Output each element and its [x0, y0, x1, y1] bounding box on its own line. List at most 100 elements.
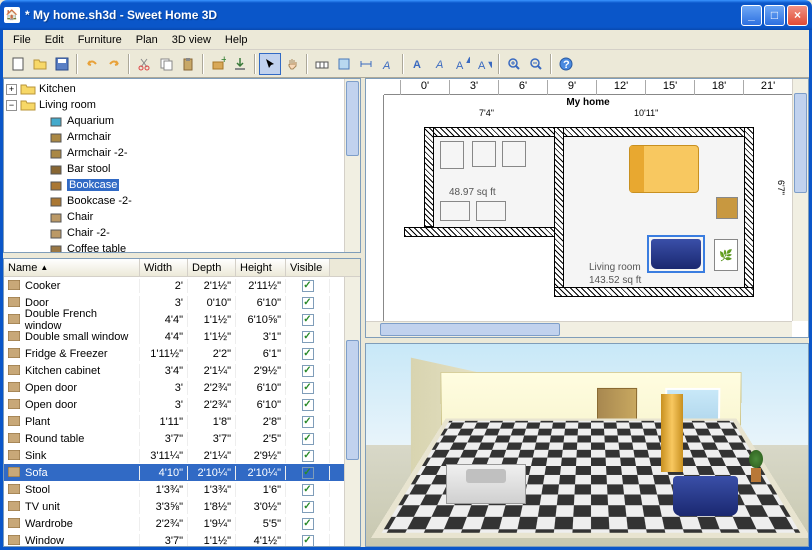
tree-item[interactable]: Chair -2-: [6, 225, 342, 241]
table-row[interactable]: Plant1'11"1'8"2'8"✓: [4, 413, 344, 430]
pan-tool-button[interactable]: [281, 53, 303, 75]
table-scrollbar[interactable]: [344, 277, 360, 546]
column-header-depth[interactable]: Depth: [188, 259, 236, 276]
visibility-checkbox[interactable]: ✓: [302, 280, 314, 292]
tree-item[interactable]: Bookcase -2-: [6, 193, 342, 209]
tree-item[interactable]: Bar stool: [6, 161, 342, 177]
add-furniture-button[interactable]: +: [207, 53, 229, 75]
create-walls-button[interactable]: [311, 53, 333, 75]
view-3d[interactable]: [365, 343, 809, 547]
visibility-checkbox[interactable]: ✓: [302, 416, 314, 428]
undo-button[interactable]: [81, 53, 103, 75]
visibility-checkbox[interactable]: ✓: [302, 484, 314, 496]
zoom-out-button[interactable]: [525, 53, 547, 75]
table-row[interactable]: Cooker2'2'1½"2'11½"✓: [4, 277, 344, 294]
tree-toggle-icon[interactable]: −: [6, 100, 17, 111]
visibility-checkbox[interactable]: ✓: [302, 297, 314, 309]
visibility-checkbox[interactable]: ✓: [302, 331, 314, 343]
table-row[interactable]: Double French window4'4"1'1½"6'10⅝"✓: [4, 311, 344, 328]
table-row[interactable]: Sink3'11¼"2'1¼"2'9½"✓: [4, 447, 344, 464]
create-dimensions-button[interactable]: [355, 53, 377, 75]
tree-scrollbar[interactable]: [344, 79, 360, 252]
plan-horizontal-scrollbar[interactable]: [366, 321, 792, 337]
open-file-button[interactable]: [29, 53, 51, 75]
visibility-checkbox[interactable]: ✓: [302, 450, 314, 462]
increase-text-button[interactable]: A▲: [451, 53, 473, 75]
text-bold-button[interactable]: A: [407, 53, 429, 75]
furniture-item[interactable]: [476, 201, 506, 221]
menu-plan[interactable]: Plan: [130, 32, 164, 48]
column-header-name[interactable]: Name▲: [4, 259, 140, 276]
menu-edit[interactable]: Edit: [39, 32, 70, 48]
column-header-width[interactable]: Width: [140, 259, 188, 276]
table-row[interactable]: Open door3'2'2¾"6'10"✓: [4, 396, 344, 413]
plan-vertical-scrollbar[interactable]: [792, 79, 808, 321]
visibility-checkbox[interactable]: ✓: [302, 501, 314, 513]
tree-item[interactable]: Coffee table: [6, 241, 342, 252]
zoom-in-button[interactable]: [503, 53, 525, 75]
close-button[interactable]: ×: [787, 5, 808, 26]
table-row[interactable]: TV unit3'3⅝"1'8½"3'0½"✓: [4, 498, 344, 515]
add-text-button[interactable]: A: [377, 53, 399, 75]
visibility-checkbox[interactable]: ✓: [302, 433, 314, 445]
table-row[interactable]: Open door3'2'2¾"6'10"✓: [4, 379, 344, 396]
table-row[interactable]: Wardrobe2'2¾"1'9¼"5'5"✓: [4, 515, 344, 532]
new-file-button[interactable]: [7, 53, 29, 75]
tree-item[interactable]: Chair: [6, 209, 342, 225]
tree-item[interactable]: −Living room: [6, 97, 342, 113]
text-italic-button[interactable]: A: [429, 53, 451, 75]
column-header-visible[interactable]: Visible: [286, 259, 330, 276]
furniture-item[interactable]: [472, 141, 496, 167]
tree-item-icon: [48, 210, 64, 224]
table-row[interactable]: Window3'7"1'1½"4'1½"✓: [4, 532, 344, 546]
furniture-list-table[interactable]: Name▲ Width Depth Height Visible Cooker2…: [3, 258, 361, 547]
paste-button[interactable]: [177, 53, 199, 75]
furniture-plant[interactable]: 🌿: [714, 239, 738, 271]
menu-help[interactable]: Help: [219, 32, 254, 48]
select-tool-button[interactable]: [259, 53, 281, 75]
furniture-item[interactable]: [440, 141, 464, 169]
help-button[interactable]: ?: [555, 53, 577, 75]
table-row[interactable]: Round table3'7"3'7"2'5"✓: [4, 430, 344, 447]
plan-view-2d[interactable]: 0'3'6'9'12'15'18'21' My home 7'4" 10'11"…: [365, 78, 809, 338]
selected-furniture-sofa[interactable]: [647, 235, 705, 273]
menu-3dview[interactable]: 3D view: [166, 32, 217, 48]
menu-file[interactable]: File: [7, 32, 37, 48]
cell-width: 3'7": [140, 534, 188, 547]
tree-item[interactable]: Aquarium: [6, 113, 342, 129]
copy-button[interactable]: [155, 53, 177, 75]
furniture-item[interactable]: [440, 201, 470, 221]
decrease-text-button[interactable]: A▼: [473, 53, 495, 75]
visibility-checkbox[interactable]: ✓: [302, 382, 314, 394]
visibility-checkbox[interactable]: ✓: [302, 399, 314, 411]
menu-furniture[interactable]: Furniture: [72, 32, 128, 48]
table-row[interactable]: Double small window4'4"1'1½"3'1"✓: [4, 328, 344, 345]
table-row[interactable]: Stool1'3¾"1'3¾"1'6"✓: [4, 481, 344, 498]
redo-button[interactable]: [103, 53, 125, 75]
import-button[interactable]: [229, 53, 251, 75]
tree-item[interactable]: Armchair -2-: [6, 145, 342, 161]
visibility-checkbox[interactable]: ✓: [302, 467, 314, 479]
visibility-checkbox[interactable]: ✓: [302, 535, 314, 547]
create-rooms-button[interactable]: [333, 53, 355, 75]
visibility-checkbox[interactable]: ✓: [302, 518, 314, 530]
visibility-checkbox[interactable]: ✓: [302, 348, 314, 360]
cut-button[interactable]: [133, 53, 155, 75]
tree-item[interactable]: +Kitchen: [6, 81, 342, 97]
furniture-bed[interactable]: [629, 145, 699, 193]
maximize-button[interactable]: □: [764, 5, 785, 26]
tree-item[interactable]: Armchair: [6, 129, 342, 145]
visibility-checkbox[interactable]: ✓: [302, 314, 314, 326]
furniture-catalog-tree[interactable]: +Kitchen−Living roomAquariumArmchairArmc…: [3, 78, 361, 253]
minimize-button[interactable]: _: [741, 5, 762, 26]
furniture-item[interactable]: [716, 197, 738, 219]
save-button[interactable]: [51, 53, 73, 75]
tree-toggle-icon[interactable]: +: [6, 84, 17, 95]
table-row[interactable]: Kitchen cabinet3'4"2'1¼"2'9½"✓: [4, 362, 344, 379]
table-row[interactable]: Sofa4'10"2'10¼"2'10¼"✓: [4, 464, 344, 481]
tree-item[interactable]: Bookcase: [6, 177, 342, 193]
column-header-height[interactable]: Height: [236, 259, 286, 276]
furniture-item[interactable]: [502, 141, 526, 167]
visibility-checkbox[interactable]: ✓: [302, 365, 314, 377]
table-row[interactable]: Fridge & Freezer1'11½"2'2"6'1"✓: [4, 345, 344, 362]
